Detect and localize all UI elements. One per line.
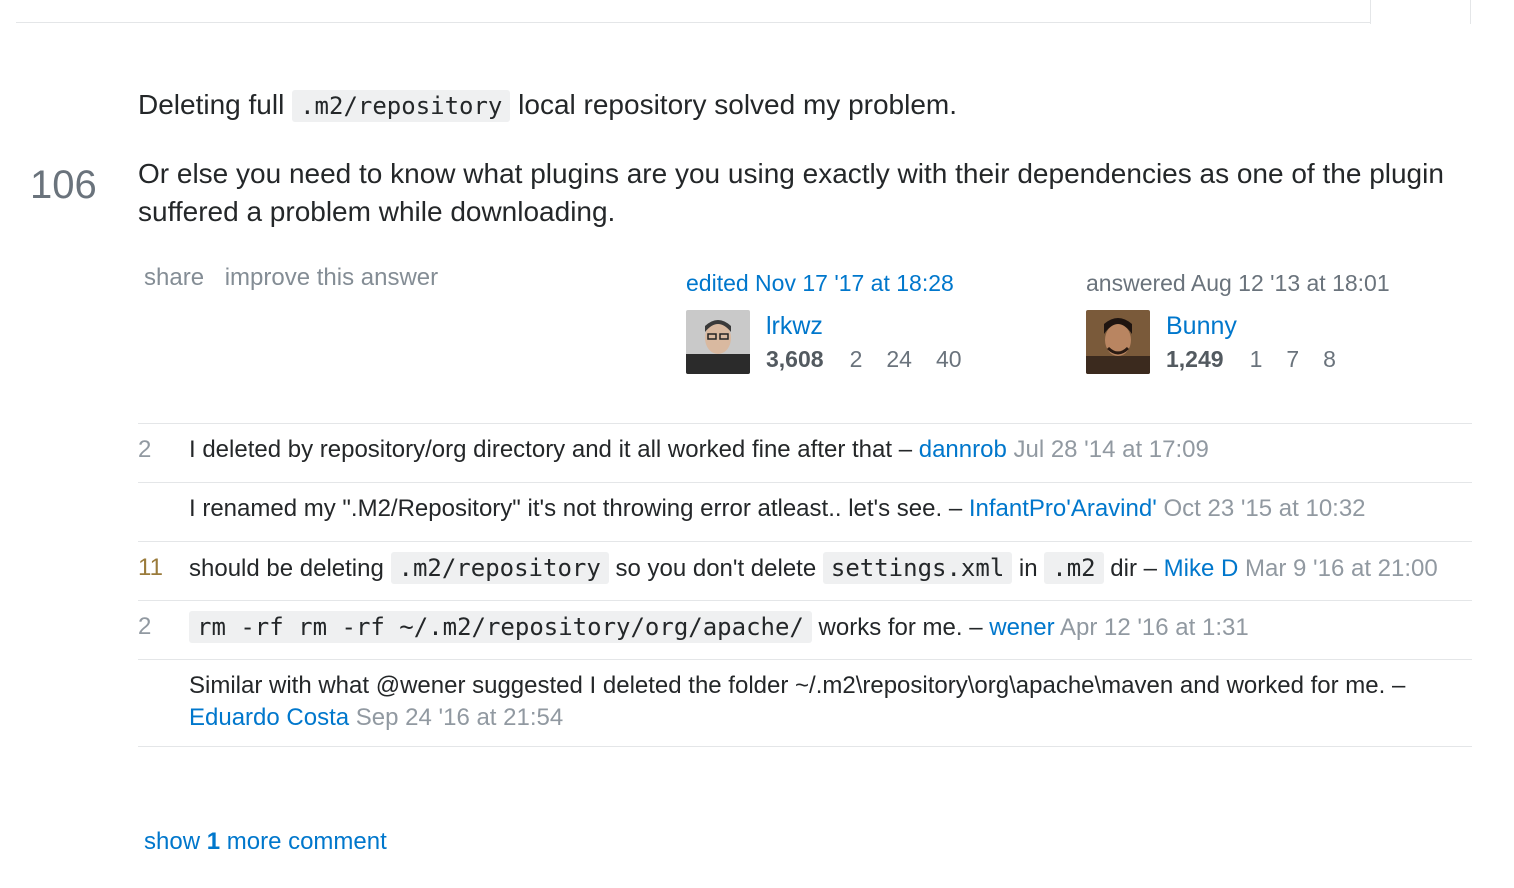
user-name[interactable]: lrkwz xyxy=(766,312,823,341)
comment-date[interactable]: Apr 12 '16 at 1:31 xyxy=(1060,614,1249,641)
comment-date[interactable]: Mar 9 '16 at 21:00 xyxy=(1245,555,1438,582)
bronze-badges: 40 xyxy=(935,346,962,372)
comment-text: I renamed my ".M2/Repository" it's not t… xyxy=(189,495,1366,522)
comment-text: Similar with what @wener suggested I del… xyxy=(189,672,1406,731)
avatar[interactable] xyxy=(686,310,750,374)
share-link[interactable]: share xyxy=(144,264,204,291)
comment: I renamed my ".M2/Repository" it's not t… xyxy=(138,483,1472,542)
inline-code: .m2/repository xyxy=(292,90,511,122)
comment-user-link[interactable]: wener xyxy=(989,614,1054,641)
inline-code: settings.xml xyxy=(822,552,1013,584)
answer-body: Deleting full .m2/repository local repos… xyxy=(138,86,1458,261)
silver-badges: 7 xyxy=(1286,346,1300,372)
user-stats: 3,608 2 24 40 xyxy=(766,346,986,373)
previous-post-border xyxy=(16,22,1370,23)
gold-badges: 2 xyxy=(849,346,863,372)
comment-text: should be deleting .m2/repository so you… xyxy=(189,552,1438,584)
gold-badges: 1 xyxy=(1249,346,1263,372)
comment-user-link[interactable]: Mike D xyxy=(1164,555,1239,582)
comment: 2 rm -rf rm -rf ~/.m2/repository/org/apa… xyxy=(138,601,1472,660)
show-more-comments-link[interactable]: show 1 more comment xyxy=(144,828,387,856)
comments-list: 2 I deleted by repository/org directory … xyxy=(138,423,1472,747)
comment-user-link[interactable]: InfantPro'Aravind' xyxy=(969,495,1157,522)
edit-history-link[interactable]: edited Nov 17 '17 at 18:28 xyxy=(686,270,954,297)
author-signature: answered Aug 12 '13 at 18:01 Bunny 1,249… xyxy=(1086,270,1390,374)
comment-text: I deleted by repository/org directory an… xyxy=(189,436,1209,463)
inline-code: rm -rf rm -rf ~/.m2/repository/org/apach… xyxy=(189,611,812,643)
answered-time: answered Aug 12 '13 at 18:01 xyxy=(1086,270,1390,296)
comment-date[interactable]: Oct 23 '15 at 10:32 xyxy=(1163,495,1365,522)
user-stats: 1,249 1 7 8 xyxy=(1166,346,1360,373)
silver-badges: 24 xyxy=(886,346,912,372)
reputation: 1,249 xyxy=(1166,346,1224,372)
comment-score: 2 xyxy=(138,436,152,463)
answer-paragraph: Deleting full .m2/repository local repos… xyxy=(138,89,958,122)
divider xyxy=(1470,0,1471,24)
improve-answer-link[interactable]: improve this answer xyxy=(225,264,438,291)
comment-text: rm -rf rm -rf ~/.m2/repository/org/apach… xyxy=(189,611,1472,644)
inline-code: .m2 xyxy=(1044,552,1104,584)
bronze-badges: 8 xyxy=(1323,346,1336,372)
comment-user-link[interactable]: Eduardo Costa xyxy=(189,704,349,731)
comment-date[interactable]: Sep 24 '16 at 21:54 xyxy=(356,704,563,731)
divider xyxy=(1370,0,1371,24)
comment-user-link[interactable]: dannrob xyxy=(919,436,1007,463)
comment-score: 2 xyxy=(138,613,152,640)
user-name[interactable]: Bunny xyxy=(1166,312,1237,341)
reputation: 3,608 xyxy=(766,346,824,372)
comment-score: 11 xyxy=(138,554,163,581)
inline-code: .m2/repository xyxy=(390,552,609,584)
answer-paragraph: Or else you need to know what plugins ar… xyxy=(138,158,1444,227)
editor-signature: edited Nov 17 '17 at 18:28 lrkwz 3,608 2 2… xyxy=(686,270,962,374)
post-menu: share improve this answer xyxy=(144,264,452,292)
avatar[interactable] xyxy=(1086,310,1150,374)
vote-count: 106 xyxy=(30,163,97,207)
comment: 11 should be deleting .m2/repository so … xyxy=(138,542,1472,601)
comment: 2 I deleted by repository/org directory … xyxy=(138,424,1472,483)
comment: Similar with what @wener suggested I del… xyxy=(138,660,1472,747)
comment-date[interactable]: Jul 28 '14 at 17:09 xyxy=(1013,436,1208,463)
